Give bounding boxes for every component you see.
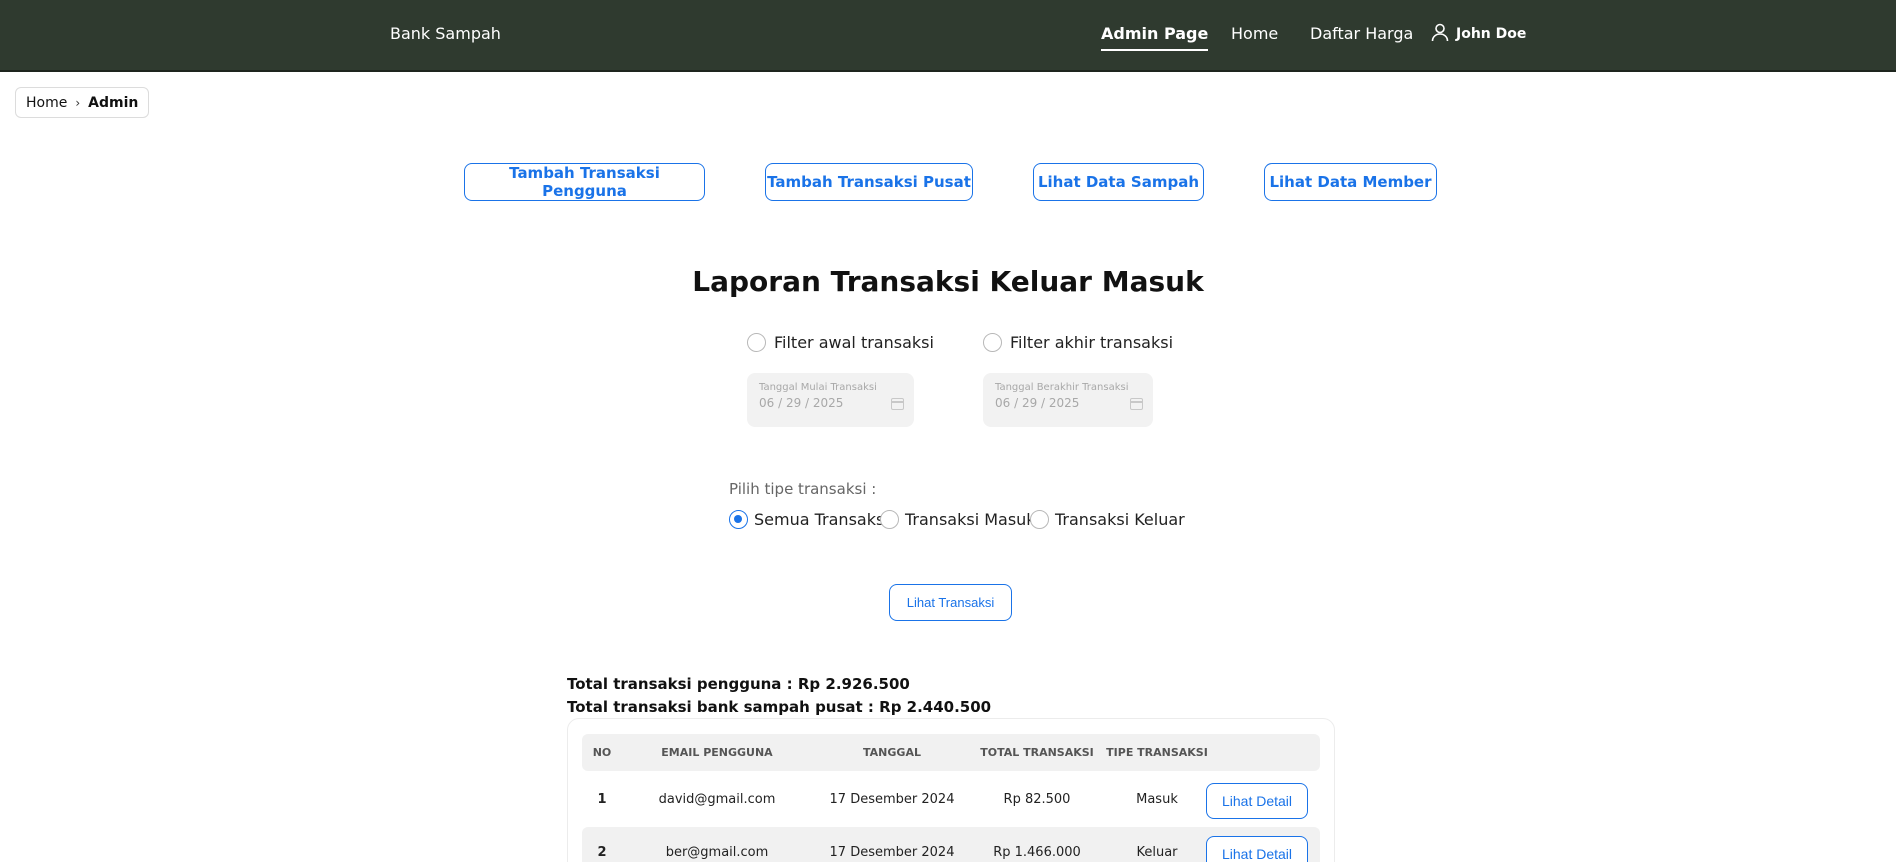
lihat-data-sampah-button[interactable]: Lihat Data Sampah xyxy=(1033,163,1204,201)
user-name: John Doe xyxy=(1456,26,1527,42)
transactions-table: NO EMAIL PENGGUNA TANGGAL TOTAL TRANSAKS… xyxy=(567,718,1335,862)
cell-tanggal: 17 Desember 2024 xyxy=(829,792,955,807)
type-option-semua[interactable]: Semua Transaksi xyxy=(729,510,889,529)
type-label-masuk: Transaksi Masuk xyxy=(905,510,1036,529)
start-date-value: 06 / 29 / 2025 xyxy=(759,396,844,410)
user-menu[interactable]: John Doe xyxy=(1430,22,1526,46)
table-row: 1 david@gmail.com 17 Desember 2024 Rp 82… xyxy=(582,774,1320,827)
user-icon xyxy=(1430,22,1450,46)
start-date-input[interactable]: Tanggal Mulai Transaksi 06 / 29 / 2025 xyxy=(747,373,914,427)
cell-tipe: Keluar xyxy=(1136,845,1178,860)
type-option-keluar[interactable]: Transaksi Keluar xyxy=(1030,510,1185,529)
header-no: NO xyxy=(592,746,612,759)
calendar-icon[interactable] xyxy=(1130,398,1143,410)
header-total: TOTAL TRANSAKSI xyxy=(980,746,1094,759)
table-header: NO EMAIL PENGGUNA TANGGAL TOTAL TRANSAKS… xyxy=(582,734,1320,771)
type-radio-keluar[interactable] xyxy=(1030,510,1049,529)
total-pusat: Total transaksi bank sampah pusat : Rp 2… xyxy=(567,698,992,716)
table-row: 2 ber@gmail.com 17 Desember 2024 Rp 1.46… xyxy=(582,827,1320,862)
nav-admin-page[interactable]: Admin Page xyxy=(1101,24,1209,51)
tambah-transaksi-pengguna-button[interactable]: Tambah Transaksi Pengguna xyxy=(464,163,705,201)
type-option-masuk[interactable]: Transaksi Masuk xyxy=(880,510,1036,529)
cell-tanggal: 17 Desember 2024 xyxy=(829,845,955,860)
report-title: Laporan Transaksi Keluar Masuk xyxy=(692,265,1204,298)
cell-total: Rp 1.466.000 xyxy=(993,845,1081,860)
nav-home[interactable]: Home xyxy=(1231,24,1278,43)
end-date-label: Tanggal Berakhir Transaksi xyxy=(995,382,1129,393)
nav-daftar-harga[interactable]: Daftar Harga xyxy=(1310,24,1413,43)
end-date-value: 06 / 29 / 2025 xyxy=(995,396,1080,410)
type-label-semua: Semua Transaksi xyxy=(754,510,889,529)
filter-akhir-option[interactable]: Filter akhir transaksi xyxy=(983,333,1173,352)
total-pengguna: Total transaksi pengguna : Rp 2.926.500 xyxy=(567,675,910,693)
lihat-detail-button[interactable]: Lihat Detail xyxy=(1206,783,1308,819)
filter-awal-option[interactable]: Filter awal transaksi xyxy=(747,333,934,352)
header-email: EMAIL PENGGUNA xyxy=(661,746,773,759)
top-navbar: Bank Sampah Admin Page Home Daftar Harga… xyxy=(0,0,1896,72)
filter-awal-label: Filter awal transaksi xyxy=(774,333,934,352)
chevron-right-icon: › xyxy=(75,95,81,110)
cell-email: david@gmail.com xyxy=(658,792,776,807)
filter-akhir-label: Filter akhir transaksi xyxy=(1010,333,1174,352)
breadcrumb-home[interactable]: Home xyxy=(26,95,67,111)
lihat-detail-button[interactable]: Lihat Detail xyxy=(1206,836,1308,862)
type-label: Pilih tipe transaksi : xyxy=(729,480,877,498)
header-tipe: TIPE TRANSAKSI xyxy=(1106,746,1208,759)
calendar-icon[interactable] xyxy=(891,398,904,410)
start-date-label: Tanggal Mulai Transaksi xyxy=(759,382,877,393)
brand-title[interactable]: Bank Sampah xyxy=(390,24,501,43)
cell-no: 1 xyxy=(597,792,607,807)
filter-awal-radio[interactable] xyxy=(747,333,766,352)
end-date-input[interactable]: Tanggal Berakhir Transaksi 06 / 29 / 202… xyxy=(983,373,1153,427)
breadcrumb-current: Admin xyxy=(88,94,139,111)
lihat-data-member-button[interactable]: Lihat Data Member xyxy=(1264,163,1437,201)
header-tanggal: TANGGAL xyxy=(863,746,921,759)
tambah-transaksi-pusat-button[interactable]: Tambah Transaksi Pusat xyxy=(765,163,973,201)
type-radio-semua[interactable] xyxy=(729,510,748,529)
breadcrumb: Home › Admin xyxy=(15,87,150,118)
cell-tipe: Masuk xyxy=(1136,792,1178,807)
filter-akhir-radio[interactable] xyxy=(983,333,1002,352)
cell-email: ber@gmail.com xyxy=(665,845,769,860)
cell-total: Rp 82.500 xyxy=(1003,792,1071,807)
cell-no: 2 xyxy=(597,845,607,860)
lihat-transaksi-button[interactable]: Lihat Transaksi xyxy=(889,584,1012,621)
type-radio-masuk[interactable] xyxy=(880,510,899,529)
type-label-keluar: Transaksi Keluar xyxy=(1055,510,1185,529)
